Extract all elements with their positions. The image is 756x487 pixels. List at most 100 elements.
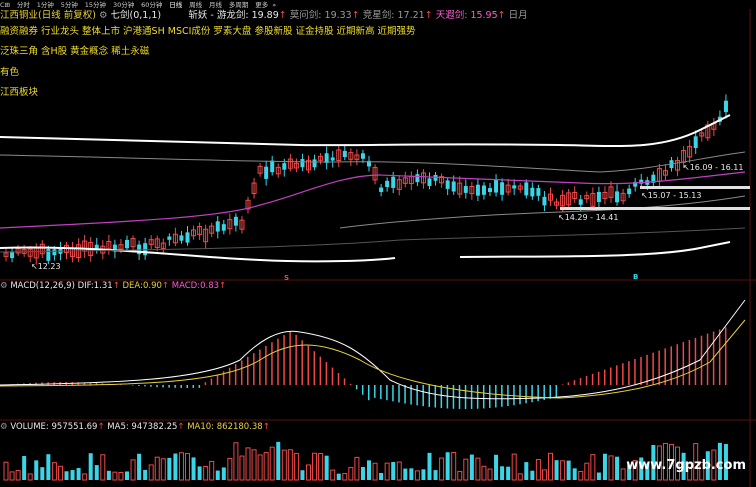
macd-bar [361,385,364,395]
volume-bar [34,460,39,480]
macd-bar [428,385,430,407]
volume-panel-label: ⚙ VOLUME: 957551.69↑ MA5: 947382.25↑ MA1… [0,422,270,432]
volume-bar [160,458,166,481]
upper-band [0,114,731,147]
macd-bar [718,329,721,385]
macd-bar [706,333,709,385]
macd-bar [374,385,376,398]
macd-bar [234,364,237,385]
candle-body [615,191,620,203]
volume-bar [94,465,99,480]
macd-bar [585,375,588,385]
macd-bar [676,344,679,385]
candle-body [578,199,583,205]
macd-bar [368,385,370,401]
candle-body [627,188,632,195]
macd-bar [271,342,273,385]
volume-bar [372,462,378,481]
volume-bar [215,470,220,480]
tab-5min[interactable]: 5分钟 [61,1,78,9]
volume-settings-icon[interactable]: ⚙ [0,422,8,432]
tab-30min[interactable]: 30分钟 [113,1,134,9]
macd-bar [658,350,660,385]
volume-bar [178,452,184,481]
tab-monthly[interactable]: 月线 [209,1,222,9]
volume-bar [239,455,245,481]
candle-body [379,187,384,192]
macd-bar [186,385,188,388]
tab-daily[interactable]: 日线 [169,1,182,9]
dea-line [0,319,746,399]
candle-body [463,186,468,193]
macd-bar [610,367,612,385]
macd-bar [343,378,346,385]
volume-bar [457,470,463,481]
macd-panel-label: ⚙ MACD(12,26,9) DIF:1.31↑ DEA:0.90↑ MACD… [0,281,227,291]
volume-bar [148,464,154,481]
volume-bar [615,456,620,480]
candle-body [264,166,269,179]
candle-body [221,224,226,231]
volume-bar [360,467,365,480]
macd-bar [380,385,382,400]
toolbar-x[interactable]: C⊞ [0,1,10,9]
volume-bar [70,470,75,480]
volume-bar [602,453,607,480]
candle-body [179,235,184,241]
macd-bar [259,349,261,385]
candle-body [596,191,601,203]
industry-tag: 有色 [0,67,20,78]
volume-bar [281,449,287,481]
macd-bar [253,353,255,385]
candle-body [360,153,365,159]
tianxia-value: 15.95 [470,10,498,21]
ma-line [0,171,746,229]
tab-1min[interactable]: 1分钟 [37,1,54,9]
volume-bar [318,453,324,481]
macd-bar [495,385,497,408]
tab-fenshi[interactable]: 分时 [17,1,30,9]
tab-60min[interactable]: 60分钟 [141,1,162,9]
volume-bar [130,459,136,481]
volume-bar [46,454,51,480]
macd-bar [156,385,158,388]
volume-bar [312,452,318,481]
candle-body [723,100,728,113]
macd-bar [331,367,334,385]
macd-bar [597,371,600,385]
macd-bar [652,352,654,385]
tab-more[interactable]: 更多 [255,1,268,9]
macd-bar [325,362,328,385]
volume-bar [197,466,202,480]
volume-bar [427,452,432,480]
macd-bar [567,382,570,385]
candle-body [693,136,698,149]
jingxing-label: 竞星剑 [362,10,392,21]
macd-bar [682,342,685,385]
macd-bar [392,385,394,402]
macd-bar [531,385,533,403]
macd-bar [144,385,146,387]
tab-weekly[interactable]: 周线 [189,1,202,9]
more-chevron-icon[interactable]: » [272,1,276,9]
macd-settings-icon[interactable]: ⚙ [0,281,8,291]
macd-bar [501,385,503,407]
chart-canvas[interactable] [0,0,756,487]
volume-bar [572,468,577,480]
volume-bar [209,460,215,481]
candle-body [451,181,456,192]
volume-bar [324,455,329,480]
tab-15min[interactable]: 15分钟 [85,1,106,9]
range-label-1: ↖14.29 - 14.41 [558,213,619,222]
indicator-name[interactable]: 七剑(0,1,1) [111,10,162,21]
volume-bar [578,470,584,481]
tianxia-label: 天遐剑 [435,10,465,21]
macd-bar [476,385,479,409]
tab-multi[interactable]: 多周期 [229,1,249,9]
volume-bar [475,457,481,481]
macd-bar [247,356,249,385]
settings-gear-icon[interactable]: ⚙ [99,10,108,21]
candle-body [282,163,287,170]
macd-bar [265,345,267,385]
macd-bar [688,339,691,385]
